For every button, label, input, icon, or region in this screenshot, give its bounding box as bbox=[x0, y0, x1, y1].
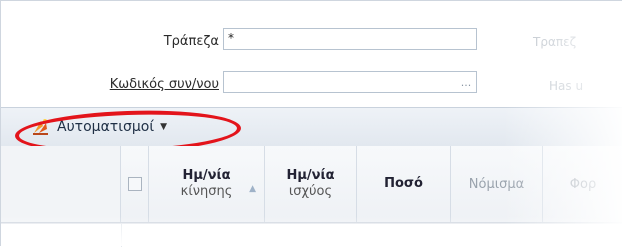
bank-input-value: * bbox=[228, 31, 234, 45]
bank-label: Τράπεζα bbox=[163, 34, 219, 49]
row-indicator-header bbox=[1, 146, 121, 222]
select-all-header[interactable] bbox=[121, 146, 149, 222]
sort-ascending-icon: ▲ bbox=[249, 184, 256, 194]
column-title: Ημ/νία bbox=[182, 168, 231, 183]
account-lookup-button[interactable]: ... bbox=[456, 72, 476, 92]
account-code-label: Κωδικός συν/νου bbox=[109, 77, 219, 92]
account-code-input[interactable]: ... bbox=[223, 71, 477, 93]
column-header-amount[interactable]: Ποσό bbox=[357, 146, 451, 222]
bank-movements-panel: Τράπεζα * Τραπεζ Κωδικός συν/νου ... Has… bbox=[0, 0, 622, 247]
column-subtitle: ισχύος bbox=[288, 184, 333, 199]
secondary-field-label: Has u bbox=[549, 79, 584, 93]
column-header-currency[interactable]: Νόμισμα bbox=[451, 146, 543, 222]
column-header-movement-date[interactable]: Ημ/νία κίνησης ▲ bbox=[149, 146, 265, 222]
grid-body bbox=[1, 223, 622, 247]
column-title: Νόμισμα bbox=[468, 176, 525, 192]
grid-body-indicator bbox=[1, 224, 122, 247]
column-header-value-date[interactable]: Ημ/νία ισχύος bbox=[265, 146, 357, 222]
bank-input[interactable]: * bbox=[223, 28, 477, 50]
column-title: Φορ bbox=[569, 176, 597, 192]
grid-header: Ημ/νία κίνησης ▲ Ημ/νία ισχύος Ποσό Νόμι… bbox=[1, 146, 622, 223]
select-all-checkbox[interactable] bbox=[127, 177, 142, 191]
column-title: Ημ/νία bbox=[286, 168, 335, 183]
column-header-more[interactable]: Φορ bbox=[543, 146, 622, 222]
bank-secondary-label: Τραπεζ bbox=[533, 35, 577, 49]
column-subtitle: κίνησης bbox=[180, 184, 233, 199]
column-title: Ποσό bbox=[384, 176, 423, 191]
